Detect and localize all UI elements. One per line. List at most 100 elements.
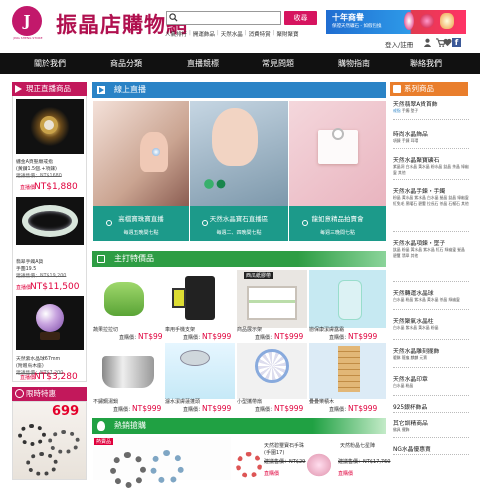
- cat-item[interactable]: 天然水晶聚寶礦石 紫晶洞 白水晶 黃水晶 粉水晶 鈦晶 茶晶 綠幽靈 其他: [393, 155, 469, 180]
- search-input[interactable]: [166, 11, 281, 25]
- cat-sub[interactable]: 貔貅: [393, 355, 401, 360]
- cat-subs: 白水晶 粉晶 紫水晶 黃水晶 茶晶 綠幽靈: [393, 297, 469, 303]
- cat-sub[interactable]: 黃水晶: [427, 297, 438, 302]
- cat-sub[interactable]: 茶晶: [440, 297, 448, 302]
- product-name[interactable]: 小型攜帶扇: [237, 398, 262, 405]
- cat-sub[interactable]: 黑曜石: [406, 201, 417, 206]
- cat-sub[interactable]: 粉晶: [431, 325, 439, 330]
- product-name[interactable]: 不鏽鋼湯鍋: [93, 398, 118, 405]
- cat-sub[interactable]: 鈦晶: [393, 247, 401, 252]
- product-name[interactable]: 戀保康潔膚露霜: [309, 326, 344, 333]
- cat-sub[interactable]: 白水晶: [427, 195, 438, 200]
- cat-sub[interactable]: 鈦晶: [443, 164, 451, 169]
- nav-about[interactable]: 關於我們: [10, 53, 90, 74]
- cat-sub[interactable]: 項鍊: [393, 138, 401, 143]
- cat-item[interactable]: 其它訓精商品 佛具 擺飾: [393, 418, 469, 438]
- cat-item[interactable]: NG水晶優惠賣: [393, 444, 469, 455]
- cat-sub[interactable]: 茶晶: [452, 164, 460, 169]
- cat-item[interactable]: 天然水晶項鍊・墜子 鈦晶 粉晶 黃水晶 紫水晶 紅石 綠幽靈 髮晶 碧璽 翡翠 …: [393, 238, 469, 282]
- cat-sub[interactable]: 綠幽靈: [457, 195, 468, 200]
- cat-sub[interactable]: 紫水晶: [406, 325, 417, 330]
- cat-sub[interactable]: 龍龜: [402, 355, 410, 360]
- cat-sub[interactable]: 綠幽靈: [445, 247, 456, 252]
- cat-sub[interactable]: 紅兔毛: [393, 201, 404, 206]
- cat-sub[interactable]: 粉水晶: [431, 164, 442, 169]
- hot-link[interactable]: 聚財聚寶: [277, 30, 299, 38]
- product-name[interactable]: 車用手機支架: [165, 326, 195, 333]
- product-name[interactable]: 蔬果拉拉切: [93, 326, 118, 333]
- cat-sub[interactable]: 黃水晶: [418, 164, 429, 169]
- user-icon[interactable]: [423, 38, 432, 47]
- hot-link[interactable]: 天然水晶: [221, 30, 243, 38]
- cat-sub[interactable]: 白水晶: [393, 383, 404, 388]
- cat-sub[interactable]: 白水晶: [393, 297, 404, 302]
- cat-sub[interactable]: 石榴石: [448, 201, 459, 206]
- cat-sub[interactable]: 手鐲: [402, 108, 410, 113]
- live-product-name[interactable]: 纏金A頁聖願戒指: [16, 158, 88, 165]
- cat-sub[interactable]: 佛具: [393, 427, 401, 432]
- live-product-name[interactable]: 天然紫水晶球67mm: [16, 355, 88, 362]
- cat-sub[interactable]: 髮晶: [440, 195, 448, 200]
- cat-item[interactable]: 天然水晶印章 白水晶 粉晶: [393, 374, 469, 396]
- nav-faq[interactable]: 常見問題: [238, 53, 318, 74]
- search-button[interactable]: 收尋: [284, 11, 317, 25]
- bead-bracelet: [18, 424, 46, 446]
- cat-sub[interactable]: 碧璽: [393, 253, 401, 258]
- product-name[interactable]: 疊疊樂積木: [309, 398, 334, 405]
- cat-sub[interactable]: 麒麟: [411, 355, 419, 360]
- cat-sub[interactable]: 白水晶: [406, 164, 417, 169]
- hot-link[interactable]: 消費特賞: [249, 30, 271, 38]
- cat-sub[interactable]: 翡翠: [402, 253, 410, 258]
- hot-link[interactable]: 開運飾品: [193, 30, 215, 38]
- cat-sub[interactable]: 墜子: [411, 108, 419, 113]
- cat-sub[interactable]: 其他: [398, 170, 406, 175]
- login-register-link[interactable]: 登入/註冊: [385, 39, 413, 49]
- cat-sub[interactable]: 紫水晶: [423, 247, 434, 252]
- cat-sub[interactable]: 紫水晶: [414, 297, 425, 302]
- nav-categories[interactable]: 商品分類: [86, 53, 166, 74]
- cat-sub[interactable]: 元寶: [419, 355, 427, 360]
- cat-sub[interactable]: 其他: [461, 201, 469, 206]
- product-name[interactable]: 濾水潔膚蓮蓬頭: [165, 398, 200, 405]
- cat-item[interactable]: 天然水晶雕刻擺飾 貔貅 龍龜 麒麟 元寶: [393, 346, 469, 368]
- cat-sub[interactable]: 綠幽靈: [448, 297, 459, 302]
- nav-shopping-guide[interactable]: 購物指南: [314, 53, 394, 74]
- hot-link[interactable]: 人氣排行: [165, 30, 187, 38]
- logo[interactable]: J: [12, 6, 42, 36]
- cat-sub[interactable]: 髮晶: [457, 247, 465, 252]
- cat-sub[interactable]: 擺飾: [402, 427, 410, 432]
- cat-sub[interactable]: 其他: [411, 253, 419, 258]
- cat-sub[interactable]: 粉晶: [406, 297, 414, 302]
- cat-sub[interactable]: 黃水晶: [411, 247, 422, 252]
- cat-sub[interactable]: 鈦晶: [448, 195, 456, 200]
- cat-sub[interactable]: 白水晶: [393, 325, 404, 330]
- cat-item[interactable]: 天然聚氣水晶柱 白水晶 紫水晶 黃水晶 粉晶: [393, 316, 469, 340]
- cat-sub-active[interactable]: 戒指: [393, 108, 401, 113]
- cat-sub[interactable]: 拉長石: [427, 201, 438, 206]
- cat-item[interactable]: 天然翡翠A貨首飾 戒指 手鐲 墜子: [393, 99, 469, 120]
- cat-sub[interactable]: 粉晶: [402, 247, 410, 252]
- cat-item[interactable]: 天然轉運水晶球 白水晶 粉晶 紫水晶 黃水晶 茶晶 綠幽靈: [393, 288, 469, 310]
- cat-sub[interactable]: 紅石: [436, 247, 444, 252]
- cat-sub[interactable]: 粉晶: [393, 195, 401, 200]
- cat-item[interactable]: 925銀杯飾品: [393, 402, 469, 413]
- cat-sub[interactable]: 粉晶: [406, 383, 414, 388]
- hot-product-name[interactable]: 天然碧璽寶石手珠: [264, 442, 304, 449]
- cat-sub[interactable]: 碧璽: [418, 201, 426, 206]
- cat-item[interactable]: 時尚水晶飾品 項鍊 手鍊 耳環: [393, 129, 469, 149]
- cat-sub[interactable]: 耳環: [411, 138, 419, 143]
- nav-contact[interactable]: 聯絡我們: [386, 53, 466, 74]
- product-name[interactable]: 商品展示架: [237, 326, 262, 333]
- cat-sub[interactable]: 手鍊: [402, 138, 410, 143]
- cat-sub[interactable]: 黃水晶: [402, 195, 413, 200]
- hot-product-name[interactable]: 天然粉晶七星陣: [340, 442, 375, 449]
- cat-sub[interactable]: 紫水晶: [414, 195, 425, 200]
- cat-sub[interactable]: 黃水晶: [418, 325, 429, 330]
- live-product-name[interactable]: 翡翠手鐲A貨: [16, 258, 88, 265]
- cat-item[interactable]: 天然水晶手鍊・手鐲 粉晶 黃水晶 紫水晶 白水晶 髮晶 鈦晶 綠幽靈 紅兔毛 黑…: [393, 186, 469, 232]
- cat-sub[interactable]: 茶晶: [440, 201, 448, 206]
- cat-sub[interactable]: 紫晶洞: [393, 164, 404, 169]
- heart-icon[interactable]: [443, 38, 452, 47]
- facebook-icon[interactable]: f: [452, 38, 461, 47]
- nav-live-auction[interactable]: 直播競標: [163, 53, 243, 74]
